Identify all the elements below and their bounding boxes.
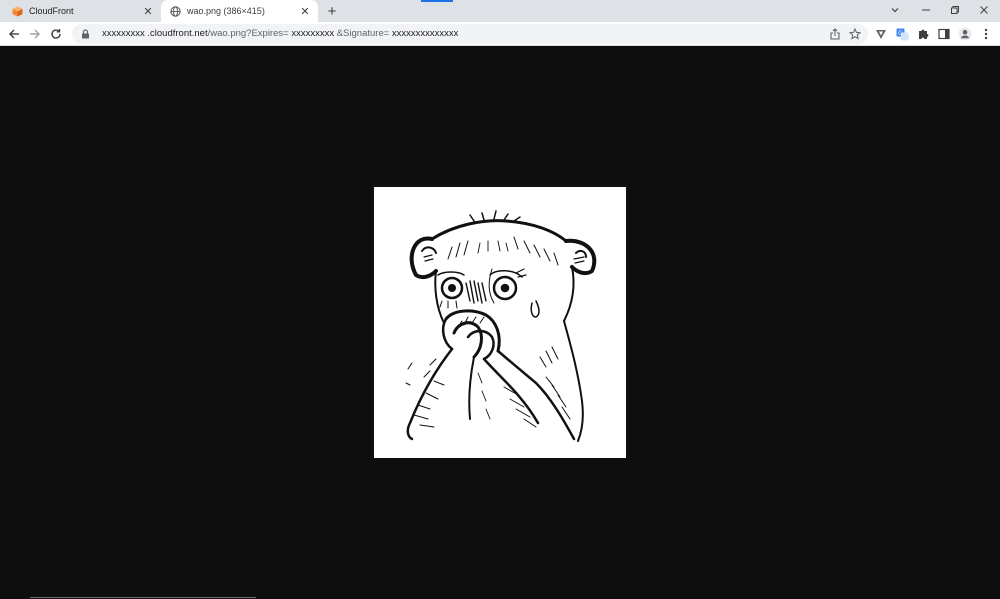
drag-indicator <box>421 0 453 2</box>
kebab-menu-icon[interactable] <box>979 27 993 41</box>
profile-icon[interactable] <box>958 27 972 41</box>
url-signature-label: &Signature= <box>336 28 390 39</box>
star-icon[interactable] <box>848 27 862 41</box>
url-expires: xxxxxxxxx <box>288 28 337 39</box>
url-host: xxxxxxxxx .cloudfront.net <box>102 28 208 39</box>
url-text[interactable]: xxxxxxxxx .cloudfront.net/wao.png?Expire… <box>102 28 458 40</box>
url-signature: xxxxxxxxxxxxxx <box>389 28 459 39</box>
tab-strip: CloudFront ✕ wao.png (386×415) ✕ + <box>0 0 1000 22</box>
forward-arrow-icon <box>30 29 40 39</box>
image-viewer <box>0 46 1000 599</box>
cloudfront-cube-icon <box>12 6 23 17</box>
tab-search-button[interactable] <box>880 0 910 20</box>
tab-cloudfront[interactable]: CloudFront ✕ <box>0 0 161 22</box>
restore-button[interactable] <box>940 0 970 20</box>
back-arrow-icon <box>9 29 19 39</box>
restore-icon <box>951 6 959 14</box>
chevron-down-icon <box>891 8 899 13</box>
tab-title: wao.png (386×415) <box>187 6 265 16</box>
wao-image[interactable] <box>374 187 626 458</box>
puzzle-icon[interactable] <box>916 27 930 41</box>
side-panel-icon[interactable] <box>937 27 951 41</box>
reload-button[interactable] <box>48 26 64 42</box>
new-tab-button[interactable]: + <box>324 3 340 20</box>
url-path: /wao.png?Expires= <box>207 28 289 39</box>
lock-icon[interactable] <box>79 28 91 40</box>
back-button[interactable] <box>6 26 22 42</box>
scroll-indicator <box>30 597 256 598</box>
tab-title: CloudFront <box>29 6 74 16</box>
close-icon <box>980 6 988 14</box>
globe-icon <box>170 5 181 17</box>
address-bar[interactable]: xxxxxxxxx .cloudfront.net/wao.png?Expire… <box>72 24 868 44</box>
translate-icon[interactable]: G <box>895 27 909 41</box>
minimize-button[interactable] <box>911 0 941 20</box>
forward-button[interactable] <box>27 26 43 42</box>
close-icon[interactable]: ✕ <box>298 4 312 18</box>
svg-text:G: G <box>898 30 903 37</box>
minimize-icon <box>922 9 930 11</box>
close-icon[interactable]: ✕ <box>141 4 155 18</box>
v-extension-icon[interactable] <box>874 27 888 41</box>
reload-icon <box>51 29 61 39</box>
browser-toolbar: xxxxxxxxx .cloudfront.net/wao.png?Expire… <box>0 22 1000 46</box>
sketch-image <box>405 210 597 442</box>
close-window-button[interactable] <box>969 0 999 20</box>
tab-wao-png[interactable]: wao.png (386×415) ✕ <box>161 0 318 22</box>
share-icon[interactable] <box>828 27 842 41</box>
